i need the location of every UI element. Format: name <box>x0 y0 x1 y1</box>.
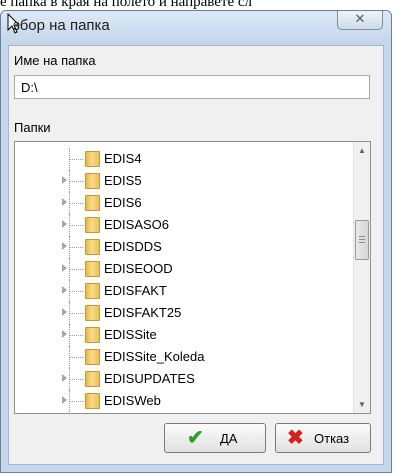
folder-icon <box>85 239 100 255</box>
tree-connector-line <box>69 357 83 359</box>
scroll-down-arrow-icon[interactable]: ▼ <box>354 396 370 413</box>
folder-name-input[interactable] <box>14 75 370 99</box>
tree-item-label: EDISFAKT <box>104 283 167 298</box>
folder-icon <box>85 261 100 277</box>
tree-item[interactable]: EDISUPDATES <box>15 368 355 390</box>
tree-item-label: EDISFAKT25 <box>104 305 182 320</box>
close-button[interactable]: ✕ <box>337 11 383 30</box>
tree-item[interactable]: EDIS4 <box>15 148 355 170</box>
tree-item-label: EDISEOOD <box>104 261 173 276</box>
checkmark-icon: ✔ <box>187 427 204 449</box>
tree-connector-line <box>69 269 83 271</box>
expand-arrow-icon[interactable] <box>62 198 67 206</box>
tree-connector-line <box>69 313 83 315</box>
tree-item[interactable]: EDISSite <box>15 324 355 346</box>
tree-item[interactable]: EDISDDS <box>15 236 355 258</box>
folder-name-label: Име на папка <box>14 53 96 68</box>
expand-arrow-icon[interactable] <box>62 220 67 228</box>
close-icon: ✕ <box>354 11 366 26</box>
expand-arrow-icon[interactable] <box>62 374 67 382</box>
tree-item-label: EDIS6 <box>104 195 142 210</box>
grip-line <box>359 242 365 243</box>
title-bar[interactable]: збор на папка ✕ <box>1 11 391 45</box>
tree-item-label: EDISDDS <box>104 239 162 254</box>
expand-arrow-icon[interactable] <box>62 330 67 338</box>
tree-connector-line <box>69 379 83 381</box>
folder-icon <box>85 195 100 211</box>
folder-icon <box>85 151 100 167</box>
tree-item[interactable]: EDISASO6 <box>15 214 355 236</box>
tree-item-label: EDISUPDATES <box>104 371 195 386</box>
x-icon: ✖ <box>287 427 304 449</box>
ok-button-label: ДА <box>220 431 238 446</box>
background-document-text: е папка в края на полето и направете сл <box>0 0 253 10</box>
tree-connector-line <box>69 335 83 337</box>
ok-button[interactable]: ✔ ДА <box>164 423 266 453</box>
dialog-title: збор на папка <box>13 17 110 34</box>
tree-connector-line <box>69 181 83 183</box>
expand-arrow-icon[interactable] <box>62 308 67 316</box>
tree-item[interactable]: EDIS6 <box>15 192 355 214</box>
cancel-button-label: Отказ <box>314 431 350 446</box>
tree-connector-line <box>69 159 83 161</box>
grip-line <box>359 236 365 237</box>
expand-arrow-icon[interactable] <box>62 176 67 184</box>
folder-icon <box>85 393 100 409</box>
expand-arrow-icon[interactable] <box>62 396 67 404</box>
folder-icon <box>85 327 100 343</box>
scroll-up-arrow-icon[interactable]: ▲ <box>354 142 370 159</box>
folder-icon <box>85 283 100 299</box>
tree-connector-line <box>69 203 83 205</box>
expand-arrow-icon[interactable] <box>62 242 67 250</box>
tree-item[interactable]: EDISWeb <box>15 390 355 412</box>
expand-arrow-icon[interactable] <box>62 264 67 272</box>
tree-item[interactable]: EDISFAKT <box>15 280 355 302</box>
tree-item-label: EDISASO6 <box>104 217 170 232</box>
tree-item[interactable]: EDISFAKT25 <box>15 302 355 324</box>
tree-connector-line <box>69 291 83 293</box>
scroll-thumb[interactable] <box>355 220 369 260</box>
folder-tree[interactable]: EDIS4 EDIS5 EDIS6 EDISASO6 EDISDDS EDISEOOD ED… <box>14 141 371 414</box>
tree-connector-line <box>69 225 83 227</box>
tree-connector-line <box>69 247 83 249</box>
tree-item[interactable]: EDIS5 <box>15 170 355 192</box>
cancel-button[interactable]: ✖ Отказ <box>275 423 371 453</box>
folder-icon <box>85 173 100 189</box>
tree-item-label: EDISWeb <box>104 393 161 408</box>
tree-scrollbar[interactable]: ▲ ▼ <box>353 142 370 413</box>
tree-item[interactable]: EDISEOOD <box>15 258 355 280</box>
tree-item-label: EDIS5 <box>104 173 142 188</box>
grip-line <box>359 239 365 240</box>
tree-connector-line <box>69 401 83 403</box>
tree-item-label: EDISSite_Koleda <box>104 349 205 364</box>
tree-item[interactable]: EDISSite_Koleda <box>15 346 355 368</box>
tree-item-label: EDISSite <box>104 327 157 342</box>
expand-arrow-icon[interactable] <box>62 286 67 294</box>
folder-icon <box>85 305 100 321</box>
folders-label: Папки <box>14 120 51 135</box>
tree-item-label: EDIS4 <box>104 151 142 166</box>
folder-icon <box>85 349 100 365</box>
folder-icon <box>85 371 100 387</box>
folder-icon <box>85 217 100 233</box>
